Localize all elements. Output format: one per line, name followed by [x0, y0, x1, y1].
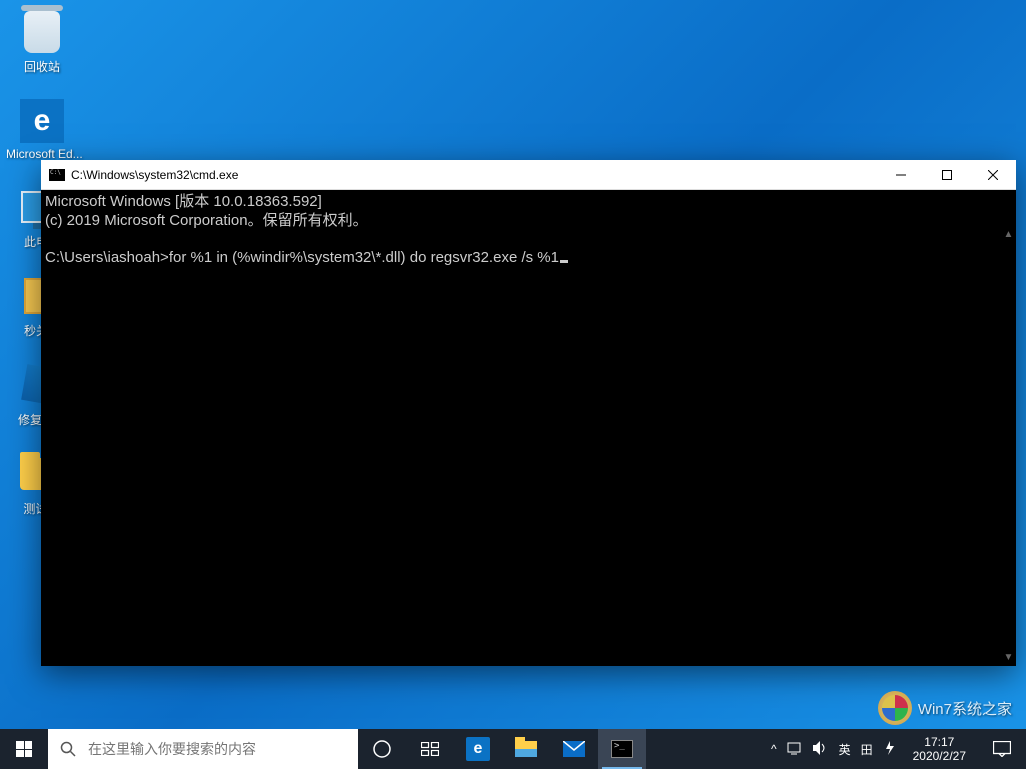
tray-chevron-up-icon[interactable]: ^	[771, 742, 777, 756]
window-buttons	[878, 160, 1016, 189]
minimize-button[interactable]	[878, 160, 924, 189]
taskbar-app-edge[interactable]: e	[454, 729, 502, 769]
taskbar: e >_ ^ 英 田 17	[0, 729, 1026, 769]
notification-icon	[993, 741, 1011, 757]
scrollbar[interactable]: ▲ ▼	[1000, 190, 1016, 666]
taskbar-app-cmd[interactable]: >_	[598, 729, 646, 769]
prompt-text: C:\Users\iashoah>	[45, 249, 169, 266]
clock-time: 17:17	[913, 735, 966, 749]
cmd-window: C:\Windows\system32\cmd.exe Microsoft Wi…	[41, 160, 1016, 666]
network-icon[interactable]	[787, 741, 803, 758]
desktop: 回收站 e Microsoft Ed... 此电脑 秒关机 修复开始 测试12 …	[0, 0, 1026, 769]
search-icon	[48, 741, 88, 757]
mail-icon	[563, 741, 585, 757]
start-button[interactable]	[0, 729, 48, 769]
taskbar-app-mail[interactable]	[550, 729, 598, 769]
scroll-down-icon[interactable]: ▼	[1000, 649, 1016, 666]
version-line: Microsoft Windows [版本 10.0.18363.592]	[45, 193, 322, 210]
command-text: for %1 in (%windir%\system32\*.dll) do r…	[169, 249, 559, 266]
desktop-icon-recycle-bin[interactable]: 回收站	[6, 8, 78, 75]
windows-logo-icon	[16, 741, 32, 757]
icon-label: Microsoft Ed...	[6, 147, 78, 161]
task-view-button[interactable]	[406, 729, 454, 769]
recycle-bin-icon	[18, 8, 66, 56]
watermark: Win7系统之家	[878, 691, 1012, 725]
window-title: C:\Windows\system32\cmd.exe	[71, 168, 238, 182]
volume-icon[interactable]	[813, 741, 829, 758]
action-center-button[interactable]	[978, 729, 1026, 769]
taskbar-search[interactable]	[48, 729, 358, 769]
desktop-icon-edge[interactable]: e Microsoft Ed...	[6, 97, 78, 161]
text-cursor	[560, 260, 568, 263]
title-bar[interactable]: C:\Windows\system32\cmd.exe	[41, 160, 1016, 190]
edge-icon: e	[18, 97, 66, 145]
copyright-line: (c) 2019 Microsoft Corporation。保留所有权利。	[45, 212, 368, 229]
search-input[interactable]	[88, 741, 358, 757]
cmd-icon: >_	[611, 740, 633, 758]
scroll-up-icon[interactable]: ▲	[1000, 226, 1016, 243]
system-tray: ^ 英 田 17:17 2020/2/27	[761, 729, 978, 769]
battery-icon[interactable]	[883, 741, 897, 758]
edge-icon: e	[466, 737, 490, 761]
clock-date: 2020/2/27	[913, 749, 966, 763]
file-explorer-icon	[515, 741, 537, 757]
ime-lang[interactable]: 英	[839, 741, 851, 758]
taskbar-clock[interactable]: 17:17 2020/2/27	[907, 735, 972, 763]
taskbar-app-explorer[interactable]	[502, 729, 550, 769]
maximize-button[interactable]	[924, 160, 970, 189]
windows-orb-icon	[878, 691, 912, 725]
ime-mode[interactable]: 田	[861, 741, 873, 758]
taskbar-apps: e >_	[358, 729, 646, 769]
cmd-icon	[49, 169, 65, 181]
watermark-text: Win7系统之家	[918, 698, 1012, 719]
icon-label: 回收站	[6, 58, 78, 75]
close-button[interactable]	[970, 160, 1016, 189]
cortana-button[interactable]	[358, 729, 406, 769]
terminal-output[interactable]: Microsoft Windows [版本 10.0.18363.592] (c…	[41, 190, 1016, 666]
